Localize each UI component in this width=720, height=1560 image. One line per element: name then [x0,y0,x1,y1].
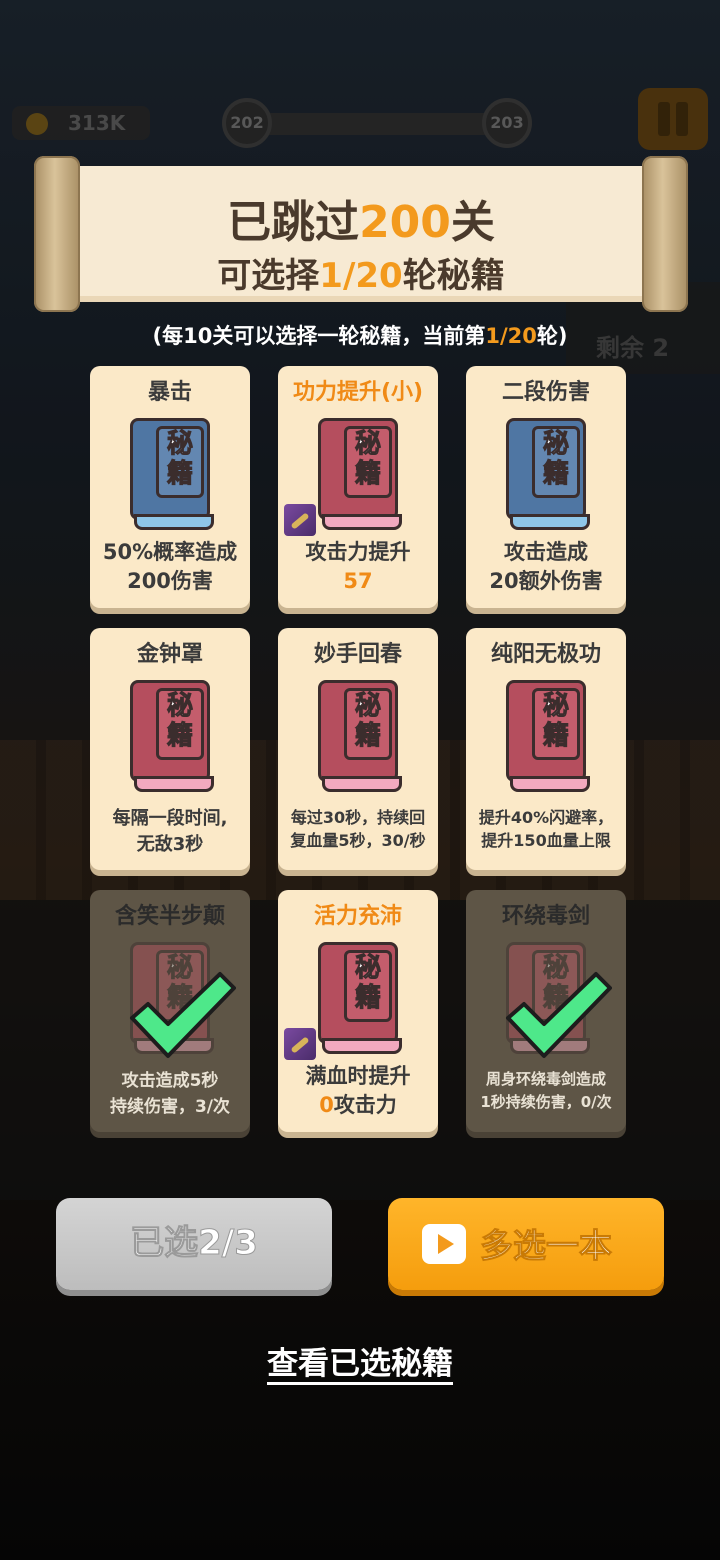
card-desc: 每隔一段时间, 无敌3秒 [112,808,228,855]
checkmark-icon [506,972,612,1058]
book-icon: 秘籍 [318,680,402,792]
card-desc: 满血时提升 0攻击力 [305,1064,411,1117]
scroll-paper: 已跳过200关 可选择1/20轮秘籍 [74,166,648,302]
scroll-roll-right [642,156,688,312]
book-icon: 秘籍 [318,418,402,530]
round-note: (每10关可以选择一轮秘籍，当前第1/20轮) [152,324,568,348]
card-desc: 攻击造成 20额外伤害 [489,540,603,593]
skill-card-chunyang[interactable]: 纯阳无极功 秘籍 提升40%闪避率， 提升150血量上限 [466,628,626,870]
card-title: 金钟罩 [136,642,203,667]
video-play-icon [422,1224,466,1264]
card-desc: 周身环绕毒剑造成 1秒持续伤害，0/次 [480,1070,612,1111]
checkmark-icon [130,972,236,1058]
card-title: 二段伤害 [501,380,590,405]
card-desc: 每过30秒，持续回 复血量5秒，30/秒 [290,808,426,850]
card-title: 环绕毒剑 [501,904,590,929]
scroll-roll-left [34,156,80,312]
card-desc: 攻击造成5秒 持续伤害，3/次 [109,1071,231,1117]
view-selected-link[interactable]: 查看已选秘籍 [0,1338,720,1383]
book-icon: 秘籍 [318,942,402,1054]
skill-card-huanrao[interactable]: 环绕毒剑 秘籍 周身环绕毒剑造成 1秒持续伤害，0/次 [466,890,626,1132]
card-desc: 50%概率造成 200伤害 [102,540,238,593]
book-icon: 秘籍 [130,680,214,792]
card-title: 妙手回春 [313,642,402,667]
card-title: 暴击 [147,380,192,405]
pick-more-label: 多选一本 [480,1226,613,1266]
skill-card-baoji[interactable]: 暴击 秘籍 50%概率造成 200伤害 [90,366,250,608]
skill-card-hanxiao[interactable]: 含笑半步颠 秘籍 攻击造成5秒 持续伤害，3/次 [90,890,250,1132]
weapon-icon [284,1028,316,1060]
card-title: 纯阳无极功 [490,642,601,667]
book-icon: 秘籍 [506,680,590,792]
skill-card-erduan[interactable]: 二段伤害 秘籍 攻击造成 20额外伤害 [466,366,626,608]
weapon-icon [284,504,316,536]
book-icon: 秘籍 [130,418,214,530]
skill-card-gongli[interactable]: 功力提升(小) 秘籍 攻击力提升 57 [278,366,438,608]
card-desc: 提升40%闪避率， 提升150血量上限 [478,808,614,850]
watch-ad-pick-more-button[interactable]: 多选一本 [388,1198,664,1290]
card-title: 功力提升(小) [292,380,424,405]
skipped-levels-text: 已跳过200关 [227,197,495,248]
selected-count-button[interactable]: 已选2/3 [56,1198,332,1290]
book-icon: 秘籍 [506,418,590,530]
skill-card-huoli[interactable]: 活力充沛 秘籍 满血时提升 0攻击力 [278,890,438,1132]
skill-card-miaoshou[interactable]: 妙手回春 秘籍 每过30秒，持续回 复血量5秒，30/秒 [278,628,438,870]
rounds-text: 可选择1/20轮秘籍 [217,256,505,296]
card-title: 含笑半步颠 [114,904,225,929]
card-title: 活力充沛 [313,904,402,929]
title-scroll: 已跳过200关 可选择1/20轮秘籍 [34,156,688,312]
card-desc: 攻击力提升 57 [305,540,411,593]
skill-card-jinzhongzhao[interactable]: 金钟罩 秘籍 每隔一段时间, 无敌3秒 [90,628,250,870]
